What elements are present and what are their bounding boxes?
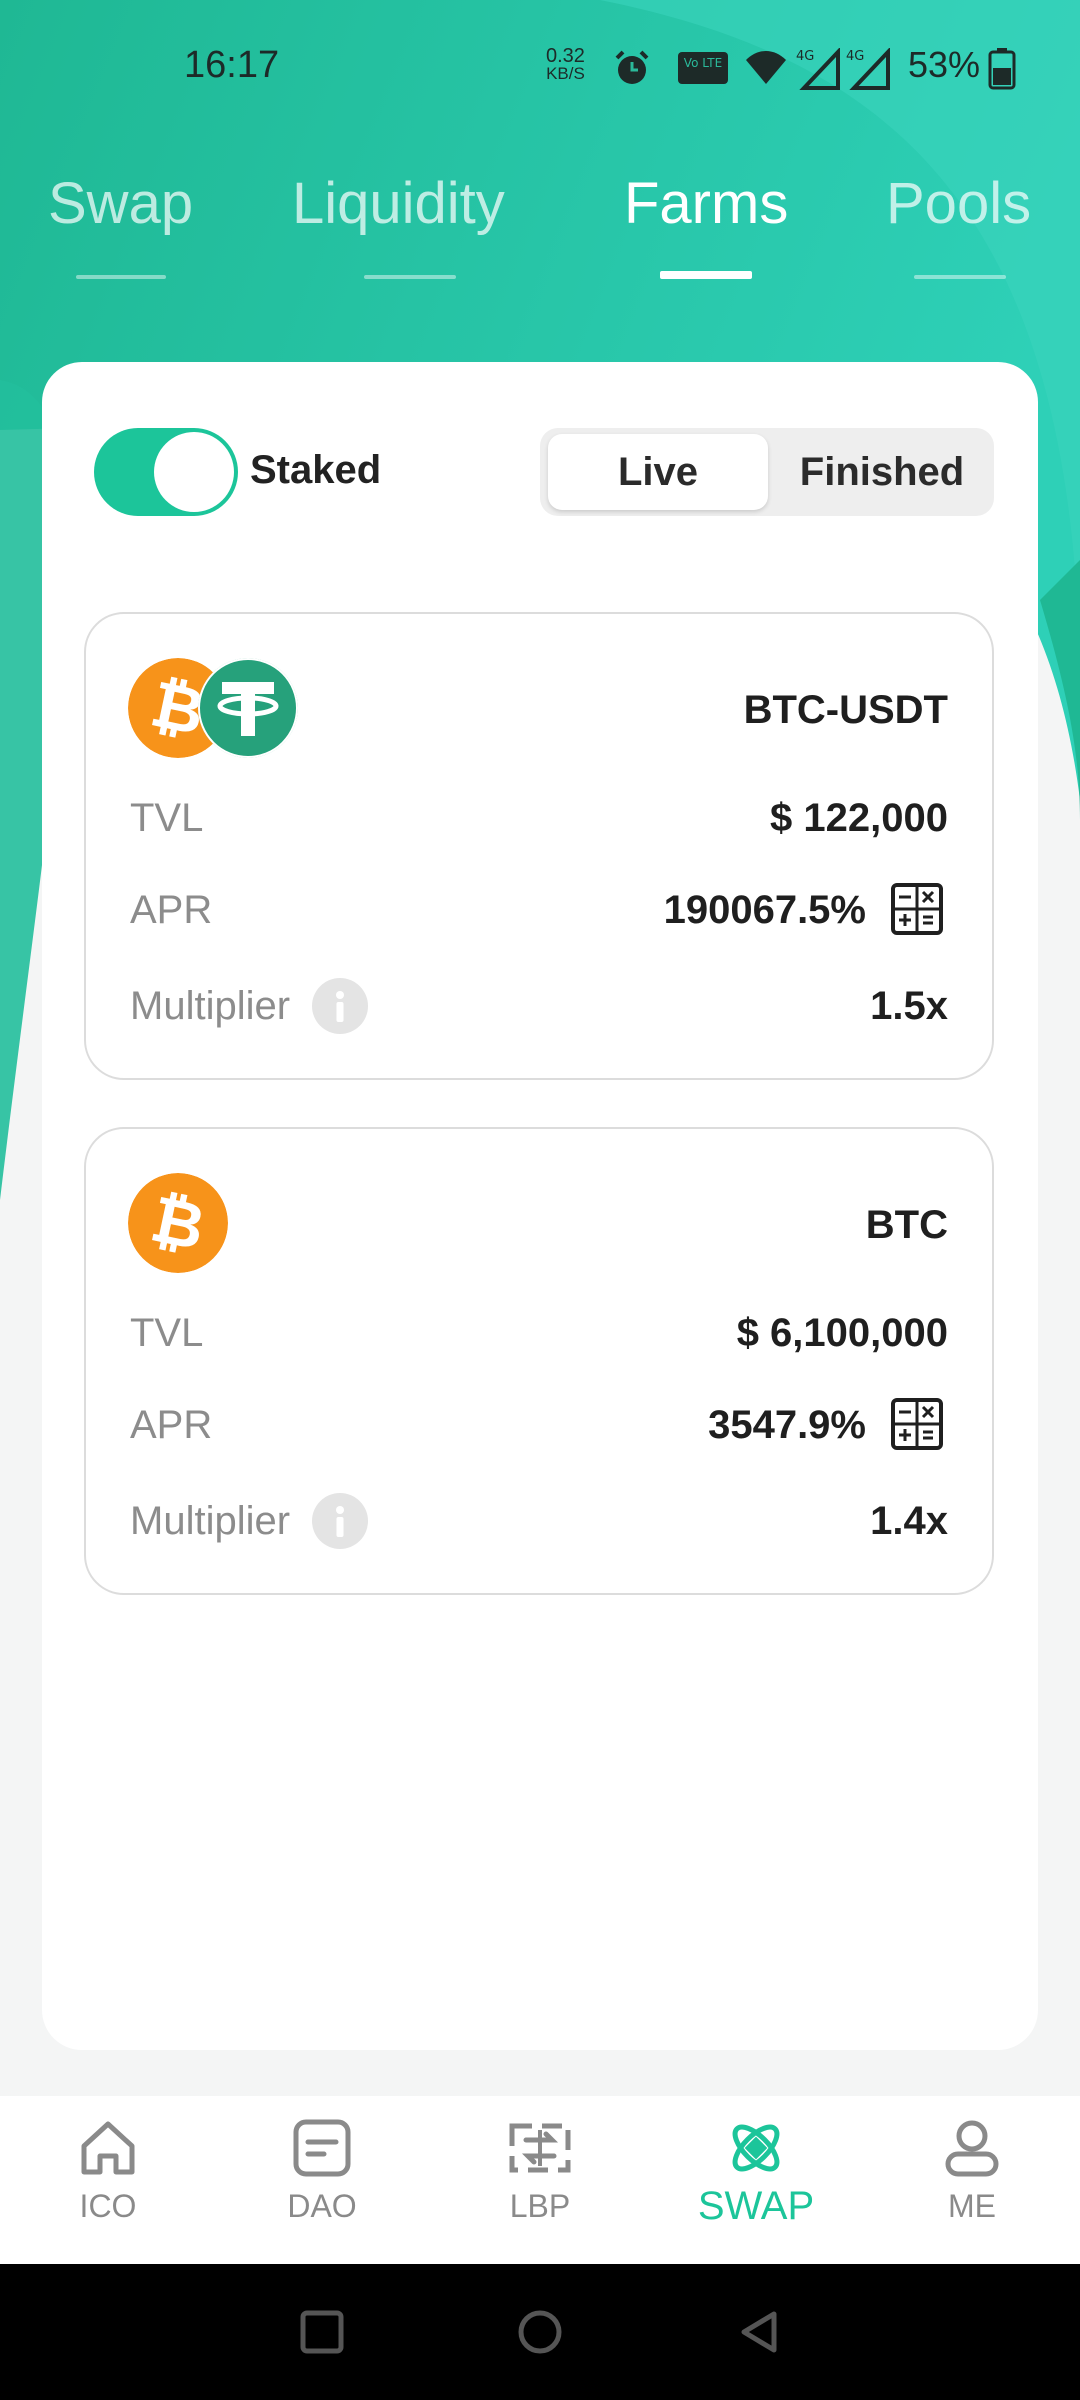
multiplier-value: 1.4x (870, 1499, 948, 1543)
nav-ico[interactable]: ICO (38, 2116, 178, 2225)
signal-4g-icon: 4G (846, 48, 890, 90)
calculator-icon[interactable] (890, 1397, 944, 1451)
apr-label: APR (130, 888, 213, 932)
tab-farms[interactable]: Farms (624, 170, 788, 237)
bottom-nav: ICO DAO LBP SWAP ME (0, 2096, 1080, 2264)
staked-label: Staked (250, 448, 382, 492)
live-button[interactable]: Live (548, 434, 768, 510)
calculator-icon[interactable] (890, 882, 944, 936)
svg-text:Vo LTE: Vo LTE (684, 56, 722, 70)
clock: 16:17 (184, 44, 280, 86)
live-finished-segment: Live Finished (540, 428, 994, 516)
nav-dao-label: DAO (287, 2188, 357, 2224)
info-icon[interactable] (312, 978, 368, 1034)
apr-label: APR (130, 1403, 213, 1447)
farm-card[interactable]: ₿ BTC-USDT TVL $ 122,000 APR 190067.5% M… (84, 612, 994, 1080)
home-circle-icon[interactable] (516, 2308, 564, 2356)
multiplier-label: Multiplier (130, 984, 291, 1028)
battery-percent: 53% (908, 44, 981, 85)
farm-name: BTC (865, 1203, 948, 1247)
network-speed: 0.32 KB/S (546, 45, 585, 83)
tvl-label: TVL (130, 796, 204, 840)
tab-farms-underline (660, 271, 752, 279)
alarm-icon (615, 50, 649, 84)
tab-liquidity[interactable]: Liquidity (292, 170, 505, 237)
home-icon (81, 2121, 135, 2175)
info-icon[interactable] (312, 1493, 368, 1549)
volte-icon: Vo LTE (678, 52, 728, 84)
multiplier-value: 1.5x (870, 984, 948, 1028)
status-bar: 16:17 0.32 KB/S Vo LTE 4G 4G 53% (0, 0, 1080, 130)
staked-toggle[interactable] (94, 428, 238, 516)
nav-ico-label: ICO (79, 2188, 137, 2224)
top-tabs: Swap Liquidity Farms Pools (0, 160, 1080, 290)
toggle-knob (154, 432, 234, 512)
tab-liquidity-underline (364, 275, 456, 279)
multiplier-label: Multiplier (130, 1499, 291, 1543)
apr-value: 3547.9% (708, 1403, 866, 1447)
svg-text:4G: 4G (846, 49, 864, 64)
farms-panel: Staked Live Finished ₿ BTC-USDT TVL $ 12… (42, 362, 1038, 2050)
tvl-value: $ 6,100,000 (736, 1311, 948, 1355)
bitcoin-icon: ₿ (128, 1173, 228, 1273)
exchange-icon (509, 2123, 571, 2173)
nav-swap-label: SWAP (697, 2184, 815, 2228)
wifi-icon (746, 51, 786, 84)
tab-pools[interactable]: Pools (886, 170, 1031, 237)
nav-lbp[interactable]: LBP (470, 2116, 610, 2225)
svg-text:4G: 4G (796, 49, 814, 64)
recents-icon[interactable] (298, 2308, 346, 2356)
system-nav-bar (0, 2264, 1080, 2400)
tvl-label: TVL (130, 1311, 204, 1355)
tab-pools-underline (914, 275, 1006, 279)
tab-swap[interactable]: Swap (48, 170, 193, 237)
farm-card[interactable]: ₿ BTC TVL $ 6,100,000 APR 3547.9% Multip… (84, 1127, 994, 1595)
tvl-value: $ 122,000 (770, 796, 948, 840)
nav-lbp-label: LBP (509, 2188, 571, 2224)
nav-me-label: ME (948, 2188, 996, 2224)
nav-me[interactable]: ME (902, 2116, 1042, 2225)
back-icon[interactable] (736, 2308, 784, 2356)
swap-icon (732, 2124, 780, 2172)
tab-swap-underline (76, 275, 166, 279)
farm-name: BTC-USDT (743, 688, 948, 732)
battery-icon (988, 48, 1016, 90)
nav-dao[interactable]: DAO (252, 2116, 392, 2225)
apr-value: 190067.5% (663, 888, 866, 932)
finished-button[interactable]: Finished (776, 434, 988, 510)
nav-swap[interactable]: SWAP (686, 2116, 826, 2229)
signal-4g-icon: 4G (796, 48, 840, 90)
user-icon (945, 2120, 999, 2177)
tether-icon (198, 658, 298, 758)
document-icon (293, 2119, 351, 2177)
